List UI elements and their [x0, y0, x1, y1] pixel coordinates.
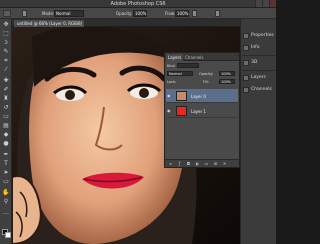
link-layers-icon[interactable]: ∞ — [168, 161, 173, 166]
eraser-tool-icon[interactable]: ▭ — [2, 113, 10, 120]
properties-icon — [243, 33, 249, 39]
minimize-button[interactable] — [255, 0, 262, 7]
quick-select-tool-icon[interactable]: ✎ — [2, 48, 10, 55]
dock-item-channels[interactable]: Channels — [243, 85, 275, 95]
tablet-pressure-toggle[interactable] — [215, 10, 220, 17]
eyedropper-tool-icon[interactable]: ⁄ — [2, 66, 10, 73]
layer-row-layer-0[interactable]: ◉ Layer 0 — [166, 89, 238, 103]
options-bar: Mode: Normal Opacity: 100% Flow: 100% — [0, 8, 276, 19]
mode-select[interactable]: Normal — [54, 10, 84, 17]
document-tab-bar: untitled @ 66% (Layer 0, RGB/8) — [12, 19, 240, 27]
marquee-tool-icon[interactable]: ⬚ — [2, 30, 10, 37]
tab-channels[interactable]: Channels — [183, 54, 206, 61]
kind-filter-select[interactable] — [177, 63, 199, 68]
panel-dock: Properties Info 3D Layers Channels — [240, 19, 276, 244]
layers-icon — [243, 75, 249, 81]
clone-stamp-tool-icon[interactable]: ♜ — [2, 95, 10, 102]
gradient-tool-icon[interactable]: ▤ — [2, 122, 10, 129]
airbrush-toggle[interactable] — [192, 10, 197, 17]
new-layer-icon[interactable]: ⊞ — [213, 161, 218, 166]
layer-opacity-input[interactable]: 100% — [219, 71, 235, 76]
delete-layer-icon[interactable]: ✕ — [222, 161, 227, 166]
history-brush-tool-icon[interactable]: ↺ — [2, 104, 10, 111]
lock-row: Lock: Fill: 100% — [167, 79, 237, 85]
document-tab[interactable]: untitled @ 66% (Layer 0, RGB/8) — [14, 20, 84, 27]
brush-tool-icon[interactable]: ✐ — [2, 86, 10, 93]
document-tab-label: untitled @ 66% (Layer 0, RGB/8) — [17, 21, 83, 26]
tab-layers[interactable]: Layers — [166, 54, 184, 61]
more-tools-icon[interactable]: … — [2, 209, 10, 216]
visibility-eye-icon[interactable]: ◉ — [167, 93, 172, 98]
dock-divider — [242, 55, 276, 56]
type-tool-icon[interactable]: T — [2, 160, 10, 167]
zoom-tool-icon[interactable]: ⚲ — [2, 198, 10, 205]
dock-item-label: Info — [251, 45, 260, 50]
adjustment-layer-icon[interactable]: ◐ — [195, 161, 200, 166]
pen-tool-icon[interactable]: ✒ — [2, 151, 10, 158]
flow-input[interactable]: 100% — [175, 10, 189, 17]
opacity-label: Opacity: — [116, 11, 133, 16]
blend-row: Normal Opacity: 100% — [167, 71, 237, 77]
dock-item-label: Properties — [251, 33, 274, 38]
close-button[interactable] — [269, 0, 276, 7]
lock-label: Lock: — [167, 80, 177, 84]
mode-label: Mode: — [42, 11, 55, 16]
dodge-tool-icon[interactable]: ● — [2, 140, 10, 147]
kind-filter-label: Kind — [167, 64, 175, 68]
layer-name: Layer 0 — [191, 94, 206, 99]
maximize-button[interactable] — [262, 0, 269, 7]
layer-thumbnail — [176, 91, 187, 101]
info-icon — [243, 45, 249, 51]
toolbox: ✥ ⬚ ↄ ✎ ⌗ ⁄ ✚ ✐ ♜ ↺ ▭ ▤ ◆ ● ✒ T ➤ ▭ ✋ ⚲ … — [0, 19, 12, 244]
flow-label: Flow: — [165, 11, 176, 16]
move-tool-icon[interactable]: ✥ — [2, 21, 10, 28]
fill-input[interactable]: 100% — [219, 79, 235, 84]
fill-label: Fill: — [203, 80, 209, 84]
crop-tool-icon[interactable]: ⌗ — [2, 57, 10, 64]
layers-panel-tabs: Layers Channels — [165, 53, 239, 61]
dock-item-3d[interactable]: 3D — [243, 58, 275, 68]
blur-tool-icon[interactable]: ◆ — [2, 131, 10, 138]
new-group-icon[interactable]: ▭ — [204, 161, 209, 166]
channels-icon — [243, 87, 249, 93]
visibility-eye-icon[interactable]: ◉ — [167, 108, 172, 113]
3d-icon — [243, 60, 249, 66]
dock-item-label: Layers — [251, 75, 266, 80]
path-selection-tool-icon[interactable]: ➤ — [2, 169, 10, 176]
dock-item-label: Channels — [251, 87, 272, 92]
layer-row-layer-1[interactable]: ◉ Layer 1 — [166, 104, 238, 118]
tool-preset-picker[interactable] — [3, 10, 11, 17]
lasso-tool-icon[interactable]: ↄ — [2, 39, 10, 46]
brush-preset-picker[interactable] — [22, 10, 27, 17]
dock-divider — [242, 70, 276, 71]
title-bar: Adobe Photoshop CS6 — [0, 0, 276, 8]
layers-panel: Layers Channels Kind Normal Opacity: 100… — [164, 52, 240, 168]
dock-item-info[interactable]: Info — [243, 43, 275, 53]
layer-opacity-label: Opacity: — [199, 72, 214, 76]
layer-mask-icon[interactable]: ◘ — [186, 161, 191, 166]
layers-panel-footer: ∞ ƒ ◘ ◐ ▭ ⊞ ✕ — [165, 159, 239, 167]
dock-item-properties[interactable]: Properties — [243, 31, 275, 41]
layer-thumbnail — [176, 106, 187, 116]
hand-tool-icon[interactable]: ✋ — [2, 189, 10, 196]
dock-item-label: 3D — [251, 60, 258, 65]
background-color-swatch[interactable] — [5, 232, 11, 238]
shape-tool-icon[interactable]: ▭ — [2, 178, 10, 185]
healing-brush-tool-icon[interactable]: ✚ — [2, 77, 10, 84]
dock-item-layers[interactable]: Layers — [243, 73, 275, 83]
layer-filter-row: Kind — [167, 63, 237, 69]
opacity-input[interactable]: 100% — [133, 10, 147, 17]
layer-name: Layer 1 — [191, 109, 206, 114]
layer-style-icon[interactable]: ƒ — [177, 161, 182, 166]
app-title: Adobe Photoshop CS6 — [110, 1, 166, 7]
blend-mode-select[interactable]: Normal — [167, 71, 193, 76]
